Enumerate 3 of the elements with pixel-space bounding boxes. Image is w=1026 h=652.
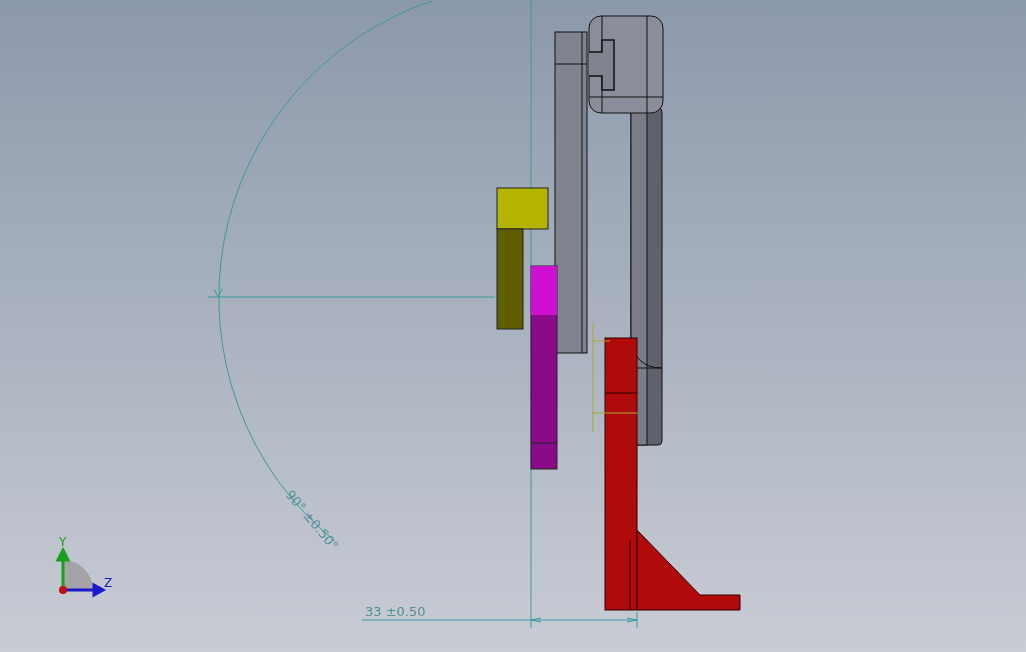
linear-dimension-label: 33 ±0.50: [365, 604, 426, 619]
axis-label: Y: [59, 535, 67, 549]
axis-label: Z: [104, 576, 113, 590]
